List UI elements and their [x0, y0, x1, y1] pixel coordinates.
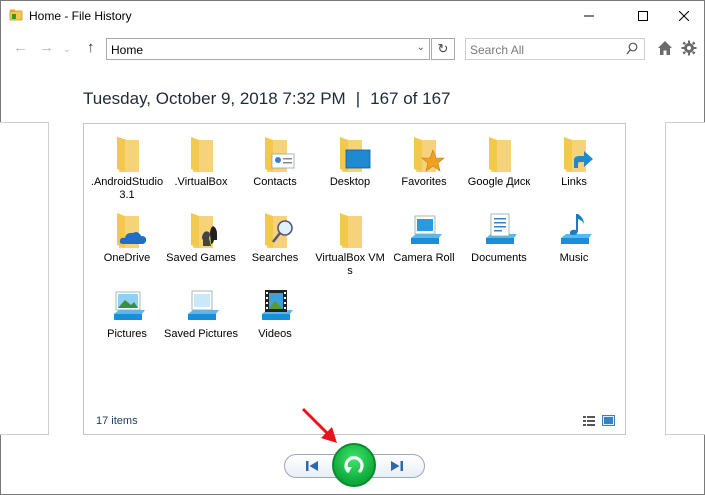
- searches-folder-icon: [265, 213, 293, 248]
- pointer-arrow-annotation: [301, 407, 337, 443]
- list-item-links[interactable]: Links: [537, 134, 611, 189]
- item-label: Saved Games: [166, 252, 236, 264]
- music-library-icon: [561, 214, 592, 244]
- folder-icon: [117, 137, 139, 172]
- search-input[interactable]: Search All: [465, 38, 645, 60]
- item-label: Camera Roll: [393, 252, 455, 264]
- previous-snapshot-pane[interactable]: [0, 122, 49, 435]
- list-item-contacts[interactable]: Contacts: [238, 134, 312, 189]
- list-item-searches[interactable]: Searches: [238, 210, 312, 265]
- maximize-button[interactable]: [620, 1, 666, 31]
- folder-icon: [340, 213, 362, 248]
- item-label: OneDrive: [103, 252, 151, 264]
- item-label: Searches: [251, 252, 299, 264]
- close-button[interactable]: [661, 1, 705, 31]
- up-button[interactable]: ↑: [87, 39, 95, 56]
- list-item-camera-roll[interactable]: Camera Roll: [387, 210, 461, 265]
- large-icons-view-icon[interactable]: [602, 415, 615, 426]
- item-label: .AndroidStudio3.1: [90, 176, 164, 201]
- window-title: Home - File History: [29, 9, 132, 23]
- list-item-onedrive[interactable]: OneDrive: [90, 210, 164, 265]
- search-icon[interactable]: [626, 42, 638, 56]
- snapshot-header: Tuesday, October 9, 2018 7:32 PM | 167 of …: [83, 89, 450, 109]
- documents-library-icon: [486, 213, 517, 244]
- saved-games-folder-icon: [191, 213, 217, 248]
- list-item-pictures[interactable]: Pictures: [90, 286, 164, 341]
- list-item-saved-games[interactable]: Saved Games: [164, 210, 238, 265]
- list-item-google-drive[interactable]: Google Диск: [462, 134, 536, 189]
- file-history-window: Home - File History ← → ⌄ ↑ Home ⌄ ↻ Sea…: [0, 0, 705, 495]
- next-version-button[interactable]: [369, 454, 425, 478]
- back-button[interactable]: ←: [13, 39, 28, 56]
- gear-icon[interactable]: [681, 40, 697, 56]
- item-label: Links: [561, 176, 587, 188]
- desktop-folder-icon: [340, 137, 371, 172]
- address-text: Home: [111, 43, 144, 57]
- list-item-virtualbox[interactable]: .VirtualBox: [164, 134, 238, 189]
- list-item-music[interactable]: Music: [537, 210, 611, 265]
- folder-icon: [489, 137, 511, 172]
- refresh-button[interactable]: ↻: [431, 38, 455, 60]
- navigation-bar: ← → ⌄ ↑ Home ⌄ ↻ Search All: [1, 35, 704, 63]
- chevron-down-icon: ⌄: [63, 44, 71, 54]
- skip-next-icon: [391, 461, 403, 471]
- file-history-app-icon: [9, 9, 23, 21]
- item-count: 17 items: [96, 415, 138, 427]
- title-bar: Home - File History: [1, 1, 704, 31]
- header-separator: |: [355, 89, 361, 108]
- item-label: Documents: [471, 252, 527, 264]
- list-item-favorites[interactable]: Favorites: [387, 134, 461, 189]
- item-label: Favorites: [401, 176, 447, 188]
- item-label: Music: [559, 252, 589, 264]
- refresh-icon: ↻: [437, 41, 449, 56]
- restore-icon: [344, 456, 364, 473]
- maximize-icon: [638, 11, 648, 21]
- home-icon[interactable]: [657, 40, 673, 56]
- camera-roll-library-icon: [411, 215, 442, 244]
- skip-previous-icon: [306, 461, 318, 471]
- item-label: Desktop: [329, 176, 371, 188]
- item-label: VirtualBox VMs: [315, 252, 385, 277]
- arrow-right-icon: →: [39, 39, 54, 56]
- list-item-virtualbox-vms[interactable]: VirtualBox VMs: [313, 210, 387, 278]
- item-label: .VirtualBox: [174, 176, 228, 188]
- videos-library-icon: [262, 290, 293, 320]
- arrow-up-icon: ↑: [87, 39, 95, 56]
- contacts-folder-icon: [265, 137, 295, 172]
- details-view-icon[interactable]: [583, 416, 595, 426]
- saved-pictures-library-icon: [188, 290, 219, 320]
- pictures-library-icon: [114, 291, 145, 320]
- file-list-pane: .AndroidStudio3.1 .VirtualBox Contacts D…: [83, 123, 626, 435]
- snapshot-date: Tuesday, October 9, 2018 7:32 PM: [83, 89, 346, 108]
- address-dropdown-icon[interactable]: ⌄: [417, 42, 425, 53]
- list-item-documents[interactable]: Documents: [462, 210, 536, 265]
- minimize-button[interactable]: [566, 1, 612, 31]
- favorites-folder-icon: [414, 137, 445, 172]
- arrow-left-icon: ←: [13, 39, 28, 56]
- forward-button[interactable]: →: [39, 39, 54, 56]
- item-label: Saved Pictures: [164, 328, 238, 340]
- list-item-videos[interactable]: Videos: [238, 286, 312, 341]
- recent-locations-button[interactable]: ⌄: [63, 44, 71, 55]
- links-folder-icon: [564, 137, 593, 172]
- snapshot-position: 167 of 167: [370, 89, 451, 108]
- list-item-androidstudio[interactable]: .AndroidStudio3.1: [90, 134, 164, 202]
- item-label: Videos: [258, 328, 292, 340]
- restore-button[interactable]: [332, 443, 376, 487]
- minimize-icon: [584, 15, 594, 17]
- close-icon: [679, 11, 689, 21]
- next-snapshot-pane[interactable]: [665, 122, 705, 435]
- item-label: Google Диск: [467, 176, 531, 188]
- folder-icon: [191, 137, 213, 172]
- address-bar[interactable]: Home ⌄: [106, 38, 430, 60]
- list-item-saved-pictures[interactable]: Saved Pictures: [164, 286, 238, 341]
- item-label: Contacts: [253, 176, 297, 188]
- onedrive-folder-icon: [117, 213, 147, 248]
- list-item-desktop[interactable]: Desktop: [313, 134, 387, 189]
- search-placeholder: Search All: [470, 43, 525, 57]
- item-label: Pictures: [107, 328, 147, 340]
